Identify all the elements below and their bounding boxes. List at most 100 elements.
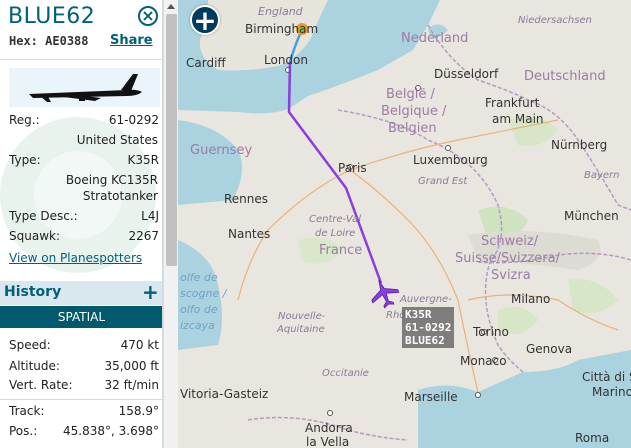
- pos-row: Pos.: 45.838°, 3.698°: [9, 424, 159, 440]
- map-label: Auvergne-: [400, 294, 452, 305]
- reg-value: 61-0292: [108, 113, 159, 127]
- track-label: Track:: [9, 404, 45, 418]
- aircraft-tag-reg: 61-0292: [405, 321, 452, 334]
- speed-value: 470 kt: [120, 338, 159, 352]
- track-value: 158.9°: [118, 404, 159, 418]
- map-label: Vitoria-Gasteiz: [180, 387, 269, 401]
- type-value: K35R: [127, 153, 159, 167]
- map-label: München: [564, 209, 619, 223]
- altitude-row: Altitude: 35,000 ft: [9, 359, 159, 375]
- track-row: Track: 158.9°: [9, 404, 159, 420]
- plane-silhouette-icon: [29, 74, 142, 102]
- history-expand-icon[interactable]: +: [142, 280, 159, 304]
- map-label: Rennes: [224, 192, 269, 206]
- typedesc-value: L4J: [141, 209, 159, 223]
- vrate-value: 32 ft/min: [104, 378, 159, 392]
- altitude-label: Altitude:: [9, 359, 60, 373]
- share-link[interactable]: Share: [110, 33, 153, 48]
- squawk-label: Squawk:: [9, 229, 60, 243]
- map-label: Nederland: [401, 31, 469, 46]
- map-label: Bayern: [584, 170, 620, 181]
- map-label: Milano: [511, 292, 551, 306]
- history-header[interactable]: History +: [0, 280, 162, 305]
- zoom-in-button[interactable]: +: [190, 5, 220, 35]
- map-base: [178, 0, 631, 448]
- map-label: Düsseldorf: [434, 67, 499, 81]
- map-label: Grand Est: [418, 176, 468, 187]
- squawk-value: 2267: [128, 229, 159, 243]
- vrate-label: Vert. Rate:: [9, 378, 73, 392]
- map-label: London: [264, 53, 308, 67]
- aircraft-map-label[interactable]: K35R 61-0292 BLUE62: [402, 307, 455, 348]
- map-label: Aquitaine: [277, 324, 325, 335]
- map-label: Nantes: [228, 227, 271, 241]
- map-label: Centre-Val: [309, 214, 361, 225]
- pos-value: 45.838°, 3.698°: [63, 424, 159, 438]
- map-label: am Main: [492, 112, 544, 126]
- map-label: izcaya: [180, 319, 215, 332]
- map-label: Monaco: [460, 354, 507, 368]
- tab-spatial[interactable]: SPATIAL: [0, 306, 162, 328]
- map-label: Paris: [338, 161, 367, 175]
- map-label: Suisse/Svizzera/: [455, 251, 560, 266]
- altitude-value: 35,000 ft: [104, 359, 159, 373]
- map-label: olfe de: [180, 271, 218, 284]
- hex-line: Hex: AE0388: [9, 34, 89, 48]
- close-icon[interactable]: ×: [138, 6, 158, 26]
- map-label: Cardiff: [186, 56, 226, 70]
- aircraft-callsign: BLUE62: [8, 4, 96, 29]
- map-label: olfo de: [180, 303, 218, 316]
- map-label: Nürnberg: [551, 138, 608, 152]
- aircraft-tag-type: K35R: [405, 308, 432, 321]
- aircraft-tag-callsign: BLUE62: [405, 334, 445, 347]
- sidebar-scrollbar[interactable]: [163, 0, 178, 448]
- map-label: Luxembourg: [413, 153, 488, 167]
- map-label: Genova: [526, 342, 573, 356]
- map-label: England: [258, 5, 303, 18]
- map-label: Nouvelle-: [278, 311, 326, 322]
- divider: [0, 59, 162, 60]
- speed-row: Speed: 470 kt: [9, 338, 159, 354]
- country-value: United States: [76, 133, 158, 147]
- model-line2: Stratotanker: [82, 189, 158, 203]
- scroll-up-icon[interactable]: [167, 4, 175, 9]
- divider: [0, 399, 162, 400]
- map-label: Occitanie: [322, 368, 369, 379]
- pos-label: Pos.:: [9, 424, 38, 438]
- reg-row: Reg.: 61-0292: [9, 113, 159, 129]
- map-label: Marino: [592, 385, 631, 399]
- typedesc-label: Type Desc.:: [9, 209, 78, 223]
- map-label: scogne /: [180, 287, 227, 300]
- map-label: Marseille: [404, 390, 458, 404]
- reg-label: Reg.:: [9, 113, 40, 127]
- map-label: Roma: [575, 431, 610, 445]
- hex-label: Hex:: [9, 34, 38, 48]
- map-label: Birmingham: [245, 22, 319, 36]
- aircraft-marker-icon[interactable]: [366, 275, 402, 311]
- scrollbar-thumb[interactable]: [166, 14, 177, 266]
- planespotters-link[interactable]: View on Planespotters: [9, 251, 142, 265]
- hex-value: AE0388: [45, 34, 89, 48]
- type-row: Type: K35R: [9, 153, 159, 169]
- map-label: België /: [386, 87, 435, 102]
- squawk-row: Squawk: 2267: [9, 229, 159, 245]
- map-label: Schweiz/: [481, 234, 539, 249]
- map-label: France: [319, 243, 363, 258]
- map-label: Svizra: [491, 268, 531, 283]
- speed-label: Speed:: [9, 338, 51, 352]
- aircraft-info-panel: BLUE62 × Hex: AE0388 Share Reg.: 61-0292…: [0, 0, 163, 448]
- map-label: Niedersachsen: [518, 15, 592, 26]
- map-label: Frankfurt: [485, 96, 540, 110]
- map-label: Deutschland: [524, 69, 606, 84]
- map-label: Belgique /: [381, 104, 447, 119]
- map-label: Guernsey: [190, 143, 253, 158]
- map-label: la Vella: [306, 435, 350, 448]
- type-label: Type:: [9, 153, 41, 167]
- map-label: Andorra: [305, 421, 353, 435]
- map-label: de Loire: [315, 228, 356, 239]
- map-label: Belgien: [388, 121, 437, 136]
- aircraft-silhouette-image: [9, 68, 160, 107]
- typedesc-row: Type Desc.: L4J: [9, 209, 159, 225]
- vrate-row: Vert. Rate: 32 ft/min: [9, 378, 159, 394]
- map-view[interactable]: + England Birmingham Cardiff London Nede…: [178, 0, 631, 448]
